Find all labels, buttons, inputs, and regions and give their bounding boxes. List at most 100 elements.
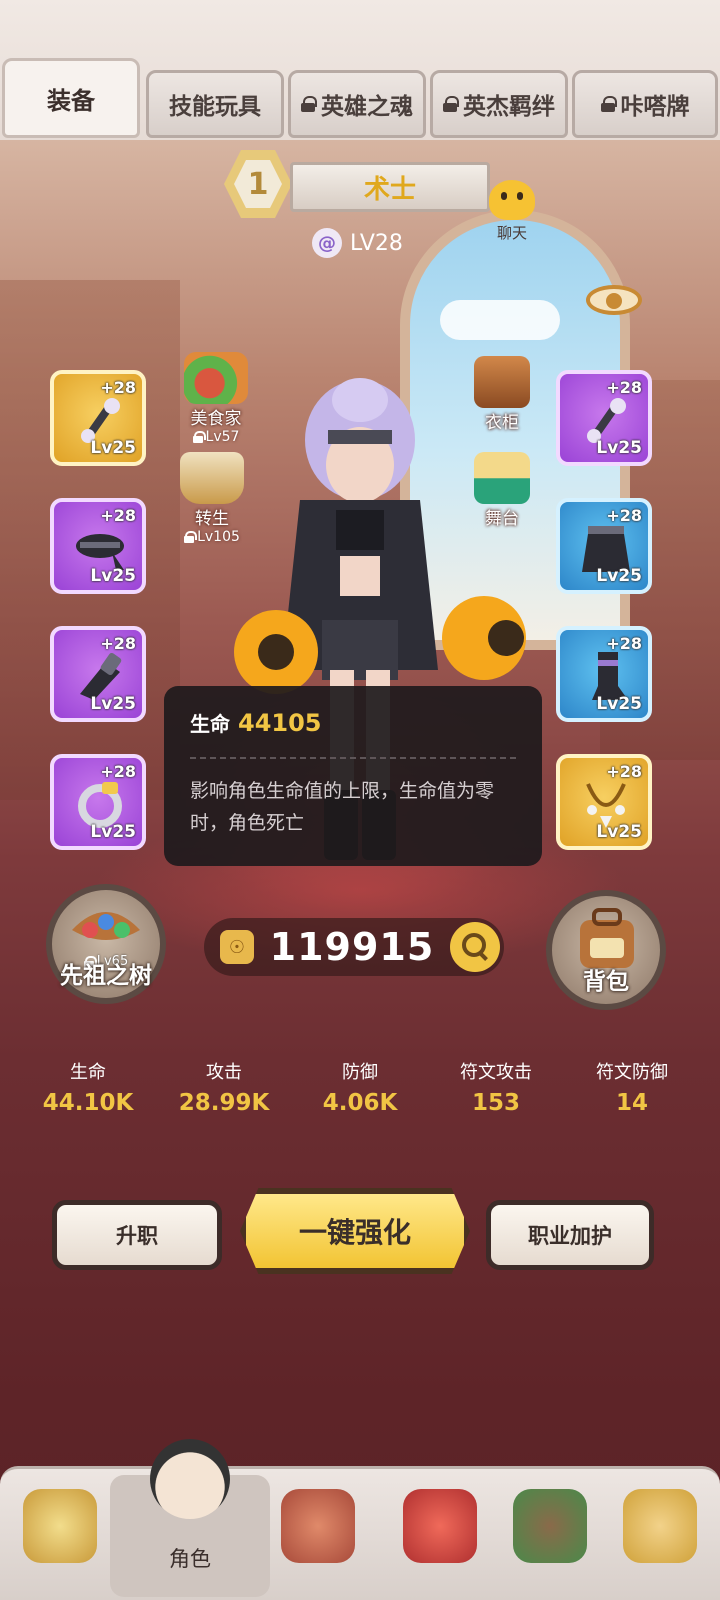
equip-slot-gloves[interactable]: +28 Lv25 xyxy=(50,626,146,722)
stage-label: 舞台 xyxy=(485,509,519,529)
class-name-banner[interactable]: 术士 xyxy=(290,162,490,212)
class-name: 术士 xyxy=(363,174,416,205)
nav-item-guild[interactable] xyxy=(610,1485,710,1593)
stat-value: 14 xyxy=(615,1090,648,1116)
class-bonus-button[interactable]: 职业加护 xyxy=(486,1200,654,1270)
lock-icon xyxy=(443,96,459,112)
slot-enhance-level: +28 xyxy=(100,378,136,397)
tab-hero-bond-label: 英杰羁绊 xyxy=(463,94,555,120)
class-bonus-label: 职业加护 xyxy=(528,1224,612,1248)
combat-power-value: 119915 xyxy=(269,925,435,969)
backpack-button[interactable]: 背包 xyxy=(546,890,666,1010)
tree-gem-icon xyxy=(72,912,140,940)
combat-power-bar: ☉ 119915 xyxy=(204,918,504,976)
slot-item-level: Lv25 xyxy=(596,822,642,842)
pumpkin-pet-left xyxy=(234,610,318,694)
gourmet-requirement: Lv57 xyxy=(166,429,266,445)
one-click-enhance-button[interactable]: 一键强化 xyxy=(240,1188,470,1274)
stat-tooltip: 生命 44105 影响角色生命值的上限，生命值为零时，角色死亡 xyxy=(164,686,542,866)
lock-icon xyxy=(600,96,617,112)
ancestor-tree-button[interactable]: Lv65 先祖之树 xyxy=(46,884,166,1004)
stat-value: 153 xyxy=(471,1090,520,1116)
nav-item-shop[interactable] xyxy=(500,1485,600,1593)
swirl-icon: @ xyxy=(312,228,342,258)
rank-number: 1 xyxy=(234,160,282,208)
equip-slot-armor[interactable]: +28 Lv25 xyxy=(556,498,652,594)
character-level: @ LV28 xyxy=(312,228,403,258)
yak-icon xyxy=(23,1489,97,1563)
stat-value: 28.99K xyxy=(178,1090,270,1116)
tooltip-value: 44105 xyxy=(238,709,322,737)
bear-shop-icon xyxy=(513,1489,587,1563)
equip-slot-offhand[interactable]: +28 Lv25 xyxy=(556,370,652,466)
promote-label: 升职 xyxy=(116,1224,158,1248)
tab-hero-soul[interactable]: 英雄之魂 xyxy=(288,70,426,138)
equip-slot-ring[interactable]: +28 Lv25 xyxy=(50,754,146,850)
red-dinosaur-icon xyxy=(403,1489,477,1563)
tab-skill-toys[interactable]: 技能玩具 xyxy=(146,70,284,138)
tab-click-cards-label: 咔嗒牌 xyxy=(620,94,690,120)
equip-slot-weapon[interactable]: +28 Lv25 xyxy=(50,370,146,466)
tooltip-title: 生命 xyxy=(190,712,230,736)
food-icon xyxy=(184,352,248,404)
stat-rune-defense[interactable]: 符文防御 14 xyxy=(564,1058,700,1116)
slot-enhance-level: +28 xyxy=(606,378,642,397)
stage-icon xyxy=(474,452,530,504)
slot-enhance-level: +28 xyxy=(606,762,642,781)
chat-button[interactable]: 聊天 xyxy=(472,180,552,250)
muscle-arm-icon: ☉ xyxy=(220,930,254,964)
nav-item-character[interactable]: 角色 xyxy=(110,1439,270,1597)
gourmet-button[interactable]: 美食家 Lv57 xyxy=(166,352,266,445)
gourmet-req-level: Lv57 xyxy=(205,429,240,445)
wardrobe-icon xyxy=(474,356,530,408)
tab-hero-bond[interactable]: 英杰羁绊 xyxy=(430,70,568,138)
stage-button[interactable]: 舞台 xyxy=(452,452,552,529)
nav-item-totem[interactable] xyxy=(268,1485,368,1593)
backpack-label: 背包 xyxy=(583,969,629,995)
slot-enhance-level: +28 xyxy=(100,506,136,525)
tab-equipment-label: 装备 xyxy=(47,86,95,115)
wardrobe-label: 衣柜 xyxy=(485,413,519,433)
rebirth-button[interactable]: 转生 Lv105 xyxy=(162,452,262,545)
slot-item-level: Lv25 xyxy=(596,566,642,586)
pumpkin-pet-right xyxy=(442,596,526,680)
stat-rune-attack[interactable]: 符文攻击 153 xyxy=(428,1058,564,1116)
slot-enhance-level: +28 xyxy=(606,506,642,525)
equip-slot-necklace[interactable]: +28 Lv25 xyxy=(556,754,652,850)
search-icon[interactable] xyxy=(450,922,500,972)
slot-enhance-level: +28 xyxy=(100,634,136,653)
tab-click-cards[interactable]: 咔嗒牌 xyxy=(572,70,718,138)
tab-equipment[interactable]: 装备 xyxy=(2,58,140,138)
tooltip-divider xyxy=(190,757,516,759)
nav-character-label: 角色 xyxy=(169,1547,211,1571)
equip-slot-boots[interactable]: +28 Lv25 xyxy=(556,626,652,722)
stat-hp[interactable]: 生命 44.10K xyxy=(20,1058,156,1116)
stat-label: 符文防御 xyxy=(596,1062,668,1083)
gourmet-label: 美食家 xyxy=(190,409,242,429)
tribal-mask-icon xyxy=(623,1489,697,1563)
stat-label: 生命 xyxy=(70,1062,106,1083)
rebirth-label: 转生 xyxy=(195,509,229,529)
slot-item-level: Lv25 xyxy=(90,438,136,458)
equip-slot-head[interactable]: +28 Lv25 xyxy=(50,498,146,594)
slot-enhance-level: +28 xyxy=(606,634,642,653)
nav-item-dino[interactable] xyxy=(390,1485,490,1593)
stat-defense[interactable]: 防御 4.06K xyxy=(292,1058,428,1116)
stat-value: 4.06K xyxy=(322,1090,398,1116)
slot-item-level: Lv25 xyxy=(90,694,136,714)
character-avatar-icon xyxy=(150,1439,230,1519)
slot-item-level: Lv25 xyxy=(90,822,136,842)
stat-label: 符文攻击 xyxy=(460,1062,532,1083)
slot-enhance-level: +28 xyxy=(100,762,136,781)
nav-item-mount[interactable] xyxy=(10,1485,110,1593)
lock-icon xyxy=(192,431,206,443)
stat-label: 防御 xyxy=(342,1062,378,1083)
wardrobe-button[interactable]: 衣柜 xyxy=(452,356,552,433)
chat-label: 聊天 xyxy=(496,224,527,242)
promote-button[interactable]: 升职 xyxy=(52,1200,222,1270)
eye-icon xyxy=(586,285,642,315)
view-toggle-button[interactable] xyxy=(582,278,646,322)
lock-icon xyxy=(301,96,317,112)
stat-attack[interactable]: 攻击 28.99K xyxy=(156,1058,292,1116)
smiley-chat-icon xyxy=(489,180,535,220)
